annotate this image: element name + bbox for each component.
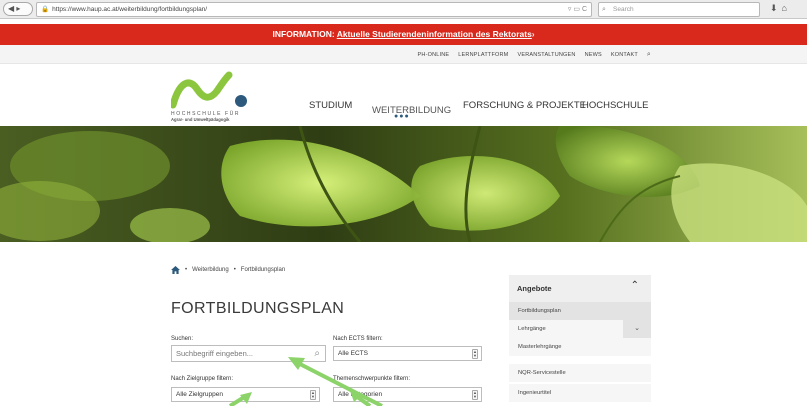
util-link-ph-online[interactable]: PH-ONLINE xyxy=(418,52,450,58)
util-link-veranstaltungen[interactable]: VERANSTALTUNGEN xyxy=(517,52,575,58)
browser-toolbar: ◀ ▸ 🔒 https://www.haup.ac.at/weiterbildun… xyxy=(0,0,807,19)
nav-hochschule[interactable]: HOCHSCHULE xyxy=(582,100,649,111)
sidebar-item-fortbildungsplan[interactable]: Fortbildungsplan xyxy=(509,302,651,320)
site-search-icon[interactable]: ⌕ xyxy=(647,51,651,59)
logo-mark-icon xyxy=(169,71,247,109)
ects-filter-value: Alle ECTS xyxy=(338,350,368,357)
select-arrows-icon: ▲ ▼ xyxy=(472,390,478,400)
themen-filter-select[interactable]: Alle Kategorien ▲ ▼ xyxy=(333,387,482,402)
lock-icon: 🔒 xyxy=(41,6,50,13)
active-indicator: ●●● xyxy=(394,113,410,120)
zielgruppe-filter-label: Nach Zielgruppe filtern: xyxy=(171,376,234,382)
banner-arrow-icon: › xyxy=(531,30,535,39)
sidebar-divider xyxy=(509,356,651,364)
nav-weiterbildung[interactable]: WEITERBILDUNG ●●● xyxy=(372,100,452,120)
search-input-placeholder: Suchbegriff eingeben... xyxy=(176,349,254,358)
ects-filter-select[interactable]: Alle ECTS ▲ ▼ xyxy=(333,346,482,361)
breadcrumb-separator: • xyxy=(233,267,236,273)
breadcrumb: • Weiterbildung • Fortbildungsplan xyxy=(171,266,285,274)
sidebar-item-label: Ingenieurtitel xyxy=(518,390,552,396)
info-banner: INFORMATION: Aktuelle Studierendeninform… xyxy=(0,24,807,45)
nav-weiterbildung-label: WEITERBILDUNG xyxy=(372,105,452,116)
sidebar-item-nqr[interactable]: NQR-Servicestelle xyxy=(509,364,651,382)
banner-link[interactable]: Aktuelle Studierendeninformation des Rek… xyxy=(337,29,532,39)
site-header: HOCHSCHULE FÜR Agrar- und Umweltpädagogi… xyxy=(0,64,807,126)
breadcrumb-fortbildungsplan: Fortbildungsplan xyxy=(240,267,286,273)
breadcrumb-weiterbildung[interactable]: Weiterbildung xyxy=(192,267,229,273)
sidebar-item-lehrgaenge[interactable]: Lehrgänge ⌄ xyxy=(509,320,651,338)
search-input[interactable]: Suchbegriff eingeben... ⌕ xyxy=(171,345,326,362)
breadcrumb-separator: • xyxy=(185,267,188,273)
banner-prefix: INFORMATION: xyxy=(272,29,335,39)
zielgruppe-filter-value: Alle Zielgruppen xyxy=(176,391,223,398)
page-title: FORTBILDUNGSPLAN xyxy=(171,300,345,317)
reload-icon[interactable]: ▿ ▭ C xyxy=(568,3,587,16)
chevron-down-icon[interactable]: ⌄ xyxy=(623,320,651,338)
back-forward-buttons[interactable]: ◀ ▸ xyxy=(3,2,33,16)
sidebar-item-label: Fortbildungsplan xyxy=(518,308,561,314)
site-logo[interactable]: HOCHSCHULE FÜR Agrar- und Umweltpädagogi… xyxy=(169,71,261,123)
themen-filter-label: Themenschwerpunkte filtern: xyxy=(333,376,411,382)
browser-search-placeholder: Search xyxy=(613,6,634,13)
download-home-icons[interactable]: ⬇⌂ xyxy=(770,3,791,14)
address-bar[interactable]: 🔒 https://www.haup.ac.at/weiterbildung/fo… xyxy=(36,2,592,17)
sidebar-header[interactable]: Angebote ⌃ xyxy=(509,275,651,302)
hero-image xyxy=(0,126,807,242)
sidebar-item-label: Masterlehrgänge xyxy=(518,344,562,350)
chevron-up-icon[interactable]: ⌃ xyxy=(631,280,639,291)
zielgruppe-filter-select[interactable]: Alle Zielgruppen ▲ ▼ xyxy=(171,387,320,402)
browser-search-field[interactable]: ⌕ Search xyxy=(598,2,760,17)
nav-studium[interactable]: STUDIUM xyxy=(309,100,352,111)
util-link-kontakt[interactable]: KONTAKT xyxy=(611,52,638,58)
util-link-news[interactable]: NEWS xyxy=(585,52,602,58)
sidebar-heading: Angebote xyxy=(517,284,552,293)
sidebar-item-label: NQR-Servicestelle xyxy=(518,370,566,376)
utility-bar: PH-ONLINE LERNPLATTFORM VERANSTALTUNGEN … xyxy=(0,45,807,64)
search-icon: ⌕ xyxy=(602,6,606,13)
select-arrows-icon: ▲ ▼ xyxy=(472,349,478,359)
sidebar-item-masterlehrgaenge[interactable]: Masterlehrgänge xyxy=(509,338,651,356)
search-icon[interactable]: ⌕ xyxy=(314,346,320,361)
nav-forschung[interactable]: FORSCHUNG & PROJEKTE xyxy=(463,100,586,111)
sidebar-item-label: Lehrgänge xyxy=(518,326,546,332)
util-link-lernplattform[interactable]: LERNPLATTFORM xyxy=(458,52,508,58)
sidebar-offers: Angebote ⌃ Fortbildungsplan Lehrgänge ⌄ M… xyxy=(509,275,651,402)
search-label: Suchen: xyxy=(171,336,194,342)
themen-filter-value: Alle Kategorien xyxy=(338,391,383,398)
home-icon[interactable] xyxy=(171,266,180,274)
url-text: https://www.haup.ac.at/weiterbildung/for… xyxy=(52,6,208,13)
sidebar-item-ingenieurtitel[interactable]: Ingenieurtitel xyxy=(509,384,651,402)
select-arrows-icon: ▲ ▼ xyxy=(310,390,316,400)
logo-line2: Agrar- und Umweltpädagogik xyxy=(171,117,230,122)
ects-filter-label: Nach ECTS filtern: xyxy=(333,336,383,342)
